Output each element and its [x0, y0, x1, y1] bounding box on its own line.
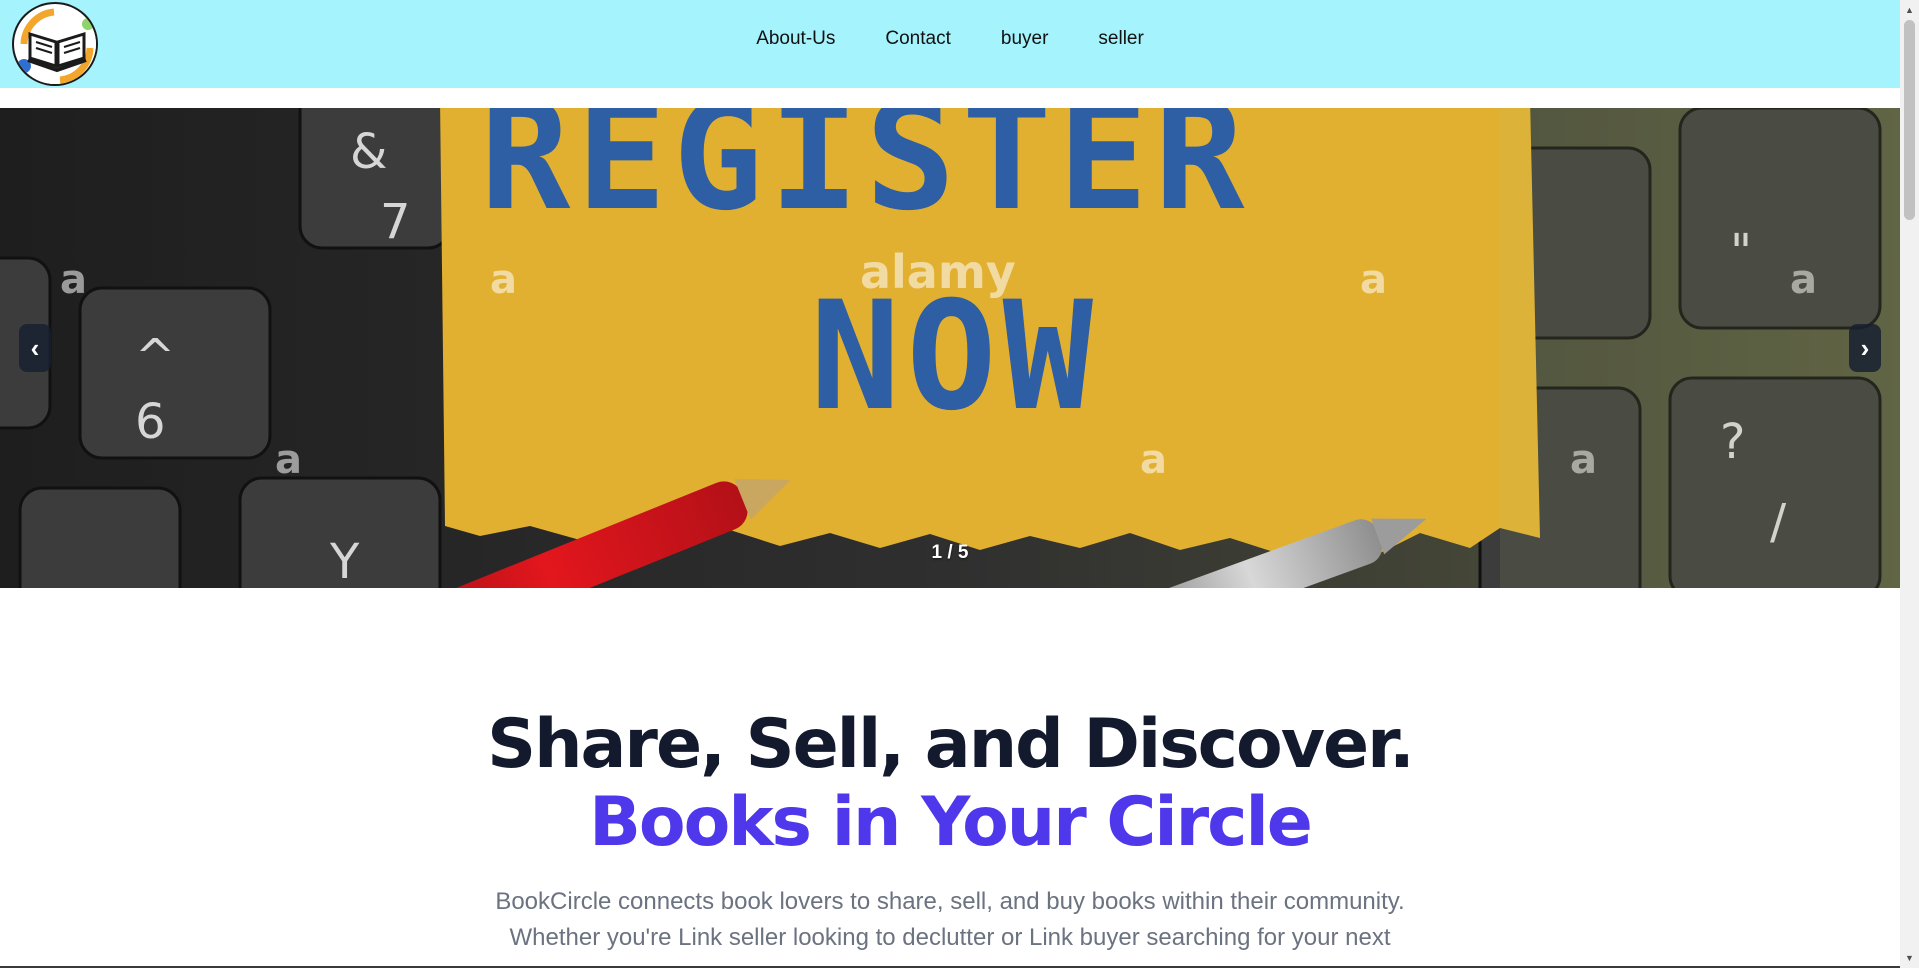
- carousel-slide-counter: 1 / 5: [931, 542, 969, 563]
- scroll-up-arrow-icon[interactable]: ▲: [1900, 2, 1919, 18]
- page-viewport: About-Us Contact buyer seller & 7 ^ 6 Y …: [0, 0, 1900, 966]
- carousel-slide-image: & 7 ^ 6 Y T " ? / REGISTER NOW: [0, 108, 1900, 588]
- site-header: About-Us Contact buyer seller: [0, 0, 1900, 88]
- svg-text:7: 7: [380, 194, 411, 250]
- svg-text:a: a: [1360, 257, 1387, 303]
- svg-text:a: a: [490, 257, 517, 303]
- image-carousel: & 7 ^ 6 Y T " ? / REGISTER NOW: [0, 108, 1900, 588]
- nav-link-contact[interactable]: Contact: [885, 28, 950, 50]
- scrollbar-thumb[interactable]: [1904, 20, 1915, 220]
- carousel-prev-button[interactable]: ‹: [19, 324, 51, 372]
- svg-text:a: a: [60, 257, 87, 303]
- svg-text:a: a: [1140, 437, 1167, 483]
- svg-text:&: &: [350, 124, 387, 180]
- hero-description: BookCircle connects book lovers to share…: [495, 888, 1405, 951]
- hero-title-line1: Share, Sell, and Discover.: [487, 705, 1415, 784]
- svg-text:T: T: [69, 584, 100, 588]
- nav-link-about-us[interactable]: About-Us: [756, 28, 835, 50]
- svg-text:6: 6: [135, 394, 166, 450]
- hero-section: Share, Sell, and Discover. Books in Your…: [0, 706, 1900, 956]
- nav-link-seller[interactable]: seller: [1098, 28, 1143, 50]
- page-scrollbar[interactable]: ▲ ▼: [1900, 0, 1919, 968]
- hero-title: Share, Sell, and Discover. Books in Your…: [0, 706, 1900, 862]
- main-nav: About-Us Contact buyer seller: [0, 0, 1900, 78]
- svg-text:^: ^: [135, 329, 175, 385]
- nav-link-buyer[interactable]: buyer: [1001, 28, 1049, 50]
- carousel-next-button[interactable]: ›: [1849, 324, 1881, 372]
- svg-text:alamy: alamy: [860, 245, 1016, 299]
- svg-text:REGISTER: REGISTER: [480, 108, 1250, 244]
- hero-title-accent: Books in Your Circle: [589, 783, 1313, 862]
- svg-text:a: a: [275, 437, 302, 483]
- scroll-down-arrow-icon[interactable]: ▼: [1900, 950, 1919, 966]
